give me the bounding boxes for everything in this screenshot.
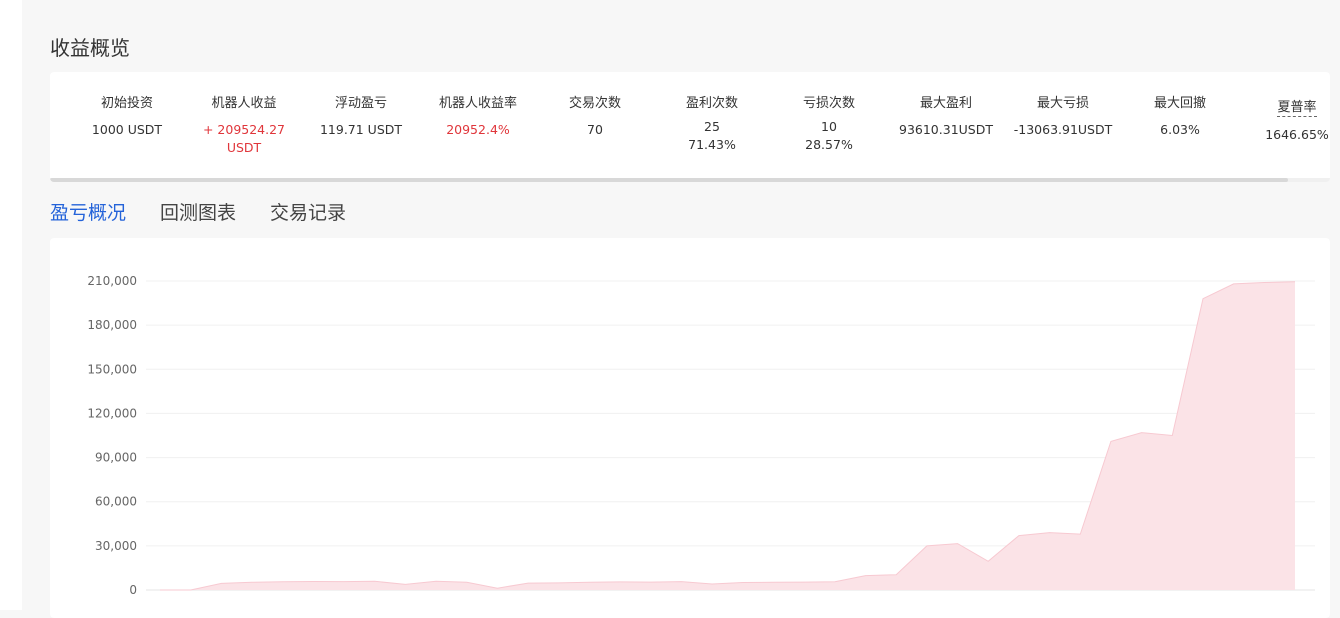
stat-value: 20952.4% — [446, 122, 510, 137]
y-tick-label: 210,000 — [87, 274, 137, 288]
stat-robot-return-rate: 机器人收益率 20952.4% — [423, 96, 533, 139]
data-point[interactable] — [955, 541, 961, 547]
stat-label: 最大回撤 — [1153, 96, 1206, 111]
data-point[interactable] — [188, 587, 194, 593]
stat-value: + 209524.27 USDT — [202, 122, 286, 155]
tab-pnl-overview[interactable]: 盈亏概况 — [50, 198, 126, 225]
y-tick-label: 120,000 — [87, 406, 137, 420]
stat-max-loss: 最大亏损 -13063.91USDT — [1008, 96, 1118, 139]
data-point[interactable] — [740, 580, 746, 586]
data-point[interactable] — [801, 579, 807, 585]
series-area — [160, 281, 1295, 590]
stat-value: 1646.65% — [1265, 127, 1329, 142]
stat-value: -13063.91USDT — [1013, 122, 1113, 137]
stat-floating-pnl: 浮动盈亏 119.71 USDT — [306, 96, 416, 139]
y-tick-label: 180,000 — [87, 318, 137, 332]
data-point[interactable] — [863, 573, 869, 579]
stat-sharpe-ratio[interactable]: 夏普率 1646.65% — [1242, 96, 1330, 144]
stat-label: 交易次数 — [568, 96, 621, 111]
y-tick-label: 30,000 — [95, 539, 137, 553]
left-strip — [0, 0, 22, 610]
stat-max-drawdown: 最大回撤 6.03% — [1125, 96, 1235, 139]
stat-value: 119.71 USDT — [319, 122, 403, 137]
stat-value: 93610.31USDT — [899, 122, 993, 137]
data-point[interactable] — [1047, 530, 1053, 536]
data-point[interactable] — [587, 579, 593, 585]
data-point[interactable] — [157, 587, 163, 593]
data-point[interactable] — [617, 579, 623, 585]
data-point[interactable] — [218, 580, 224, 586]
scrollbar-thumb[interactable] — [50, 178, 1288, 182]
stat-label: 盈利次数 — [685, 96, 738, 111]
data-point[interactable] — [1200, 296, 1206, 302]
data-point[interactable] — [985, 558, 991, 564]
data-point[interactable] — [648, 579, 654, 585]
data-point[interactable] — [372, 578, 378, 584]
tab-trade-history[interactable]: 交易记录 — [270, 198, 346, 225]
data-point[interactable] — [280, 579, 286, 585]
stat-label: 亏损次数 — [802, 96, 855, 111]
stat-initial-investment: 初始投资 1000 USDT — [72, 96, 182, 139]
stat-robot-profit: 机器人收益 + 209524.27 USDT — [189, 96, 299, 157]
data-point[interactable] — [1231, 281, 1237, 287]
horizontal-scrollbar[interactable] — [50, 178, 1330, 182]
data-point[interactable] — [832, 579, 838, 585]
stat-value: 6.03% — [1160, 122, 1200, 137]
stat-win-count: 盈利次数 25 71.43% — [657, 96, 767, 154]
stat-value: 70 — [587, 122, 603, 137]
stat-max-profit: 最大盈利 93610.31USDT — [891, 96, 1001, 139]
data-point[interactable] — [494, 585, 500, 591]
data-point[interactable] — [1016, 533, 1022, 539]
data-point[interactable] — [1108, 438, 1114, 444]
data-point[interactable] — [771, 579, 777, 585]
data-point[interactable] — [893, 572, 899, 578]
stat-label[interactable]: 夏普率 — [1277, 100, 1317, 117]
stat-label: 最大盈利 — [919, 96, 972, 111]
pnl-area-chart: 0 30,000 60,000 90,000 120,000 150,000 180,000… — [87, 274, 1315, 597]
data-point[interactable] — [433, 578, 439, 584]
data-point[interactable] — [924, 543, 930, 549]
data-point[interactable] — [525, 580, 531, 586]
stat-label: 机器人收益 — [211, 96, 277, 111]
data-point[interactable] — [1261, 280, 1267, 286]
data-point[interactable] — [709, 581, 715, 587]
summary-card: 初始投资 1000 USDT 机器人收益 + 209524.27 USDT 浮动… — [50, 72, 1330, 182]
data-point[interactable] — [679, 579, 685, 585]
data-point[interactable] — [1169, 433, 1175, 439]
data-point[interactable] — [249, 579, 255, 585]
stat-trade-count: 交易次数 70 — [540, 96, 650, 139]
y-tick-label: 60,000 — [95, 495, 137, 509]
data-point[interactable] — [1292, 279, 1298, 285]
chart-card: 0 30,000 60,000 90,000 120,000 150,000 180,000… — [50, 238, 1330, 618]
data-point[interactable] — [1077, 531, 1083, 537]
stat-loss-count: 亏损次数 10 28.57% — [774, 96, 884, 154]
data-point[interactable] — [1139, 430, 1145, 436]
data-point[interactable] — [310, 579, 316, 585]
stat-value: 1000 USDT — [91, 122, 163, 137]
y-tick-label: 90,000 — [95, 451, 137, 465]
tab-backtest-chart[interactable]: 回测图表 — [160, 198, 236, 225]
stat-label: 最大亏损 — [1036, 96, 1089, 111]
stat-value: 25 71.43% — [688, 119, 736, 152]
y-tick-label: 0 — [129, 583, 137, 597]
stat-label: 初始投资 — [100, 96, 153, 111]
y-tick-label: 150,000 — [87, 362, 137, 376]
data-point[interactable] — [341, 579, 347, 585]
stat-label: 浮动盈亏 — [334, 96, 387, 111]
data-point[interactable] — [402, 581, 408, 587]
data-point[interactable] — [556, 580, 562, 586]
data-point[interactable] — [464, 579, 470, 585]
stat-value: 10 28.57% — [805, 119, 853, 152]
section-title: 收益概览 — [50, 36, 130, 60]
stat-label: 机器人收益率 — [438, 96, 517, 111]
